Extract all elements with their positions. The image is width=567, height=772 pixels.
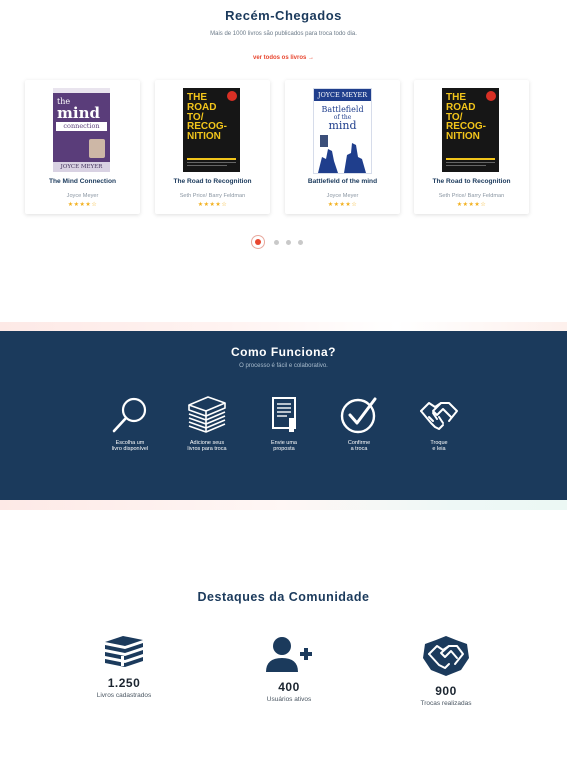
step-add-books: Adicione seus livros para troca: [172, 395, 242, 452]
book-cover: THE ROAD TO/ RECOG- NITION: [442, 88, 499, 172]
step-choose-book: Escolha um livro disponível: [95, 395, 165, 452]
stat-value: 1.250: [107, 676, 141, 690]
handshake-badge-icon: [423, 636, 469, 676]
book-title[interactable]: Battlefield of the mind: [285, 178, 400, 185]
step-confirm-exchange: Confirme a troca: [324, 395, 394, 452]
cover-text: mind: [57, 104, 100, 122]
book-card[interactable]: JOYCE MEYER Battlefield of the mind Batt…: [285, 80, 400, 214]
rating-stars-icon: ★★★★☆: [456, 202, 487, 208]
carousel-dot[interactable]: [298, 240, 303, 245]
step-send-proposal: Envie uma proposta: [249, 395, 319, 452]
carousel-dot[interactable]: [274, 240, 279, 245]
stat-value: 400: [278, 680, 300, 694]
stat-users: 400 Usuários ativos: [229, 636, 349, 703]
section-subtitle-how-it-works: O processo é fácil e colaborativo.: [239, 363, 328, 369]
book-cover: THE ROAD TO/ RECOG- NITION: [183, 88, 240, 172]
stat-books: 1.250 Livros cadastrados: [64, 634, 184, 699]
cover-text: Battlefield: [321, 105, 364, 114]
book-author: Seth Price/ Barry Feldman: [438, 193, 505, 199]
cover-text: connection: [56, 122, 107, 131]
cover-text: NITION: [446, 131, 480, 143]
rating-stars-icon: ★★★★☆: [67, 202, 98, 208]
rating-stars-icon: ★★★★☆: [327, 202, 358, 208]
book-title[interactable]: The Road to Recognition: [414, 178, 529, 185]
rating-stars-icon: ★★★★☆: [197, 202, 228, 208]
step-label-line: livro disponível: [111, 446, 149, 452]
band-bottom-fade: [0, 500, 567, 510]
book-stack-icon: [188, 396, 226, 433]
book-author: Seth Price/ Barry Feldman: [179, 193, 246, 199]
cover-text: JOYCE MEYER: [314, 89, 371, 101]
see-all-books-link[interactable]: ver todos os livros →: [0, 55, 567, 61]
magnifier-icon: [112, 397, 147, 433]
step-label-line: e leia: [432, 446, 446, 452]
book-title[interactable]: The Mind Connection: [25, 178, 140, 185]
step-label-line: proposta: [273, 446, 295, 452]
stat-exchanges: 900 Trocas realizadas: [386, 634, 506, 707]
stat-label: Livros cadastrados: [96, 692, 152, 699]
step-label-line: a troca: [350, 446, 368, 452]
step-label-line: livros para troca: [187, 446, 227, 452]
stat-label: Usuários ativos: [266, 696, 312, 703]
carousel-dot[interactable]: [286, 240, 291, 245]
book-card[interactable]: THE ROAD TO/ RECOG- NITION The Road to R…: [414, 80, 529, 214]
section-title-community: Destaques da Comunidade: [197, 590, 370, 604]
stat-value: 900: [435, 684, 457, 698]
cover-text: mind: [328, 119, 357, 132]
check-circle-icon: [340, 397, 377, 434]
stat-label: Trocas realizadas: [420, 700, 472, 707]
band-top-fade: [0, 322, 567, 331]
book-card[interactable]: the mind connection JOYCE MEYER The Mind…: [25, 80, 140, 214]
add-user-icon: [266, 637, 312, 672]
books-icon: [105, 636, 143, 667]
book-cover: the mind connection JOYCE MEYER: [53, 88, 110, 172]
section-title-how-it-works: Como Funciona?: [231, 345, 336, 359]
section-title-new-arrivals: Recém-Chegados: [225, 8, 342, 23]
cover-text: JOYCE MEYER: [53, 162, 110, 172]
book-title[interactable]: The Road to Recognition: [155, 178, 270, 185]
carousel-dot-active[interactable]: [255, 239, 261, 245]
book-card[interactable]: THE ROAD TO/ RECOG- NITION The Road to R…: [155, 80, 270, 214]
book-cover: JOYCE MEYER Battlefield of the mind: [313, 88, 372, 174]
handshake-icon: [420, 402, 458, 430]
document-pen-icon: [272, 397, 296, 432]
book-author: Joyce Meyer: [326, 193, 359, 199]
book-author: Joyce Meyer: [66, 193, 99, 199]
section-subtitle-new-arrivals: Mais de 1000 livros são publicados para …: [210, 31, 357, 37]
step-exchange-read: Troque e leia: [404, 395, 474, 452]
cover-text: NITION: [187, 131, 221, 143]
